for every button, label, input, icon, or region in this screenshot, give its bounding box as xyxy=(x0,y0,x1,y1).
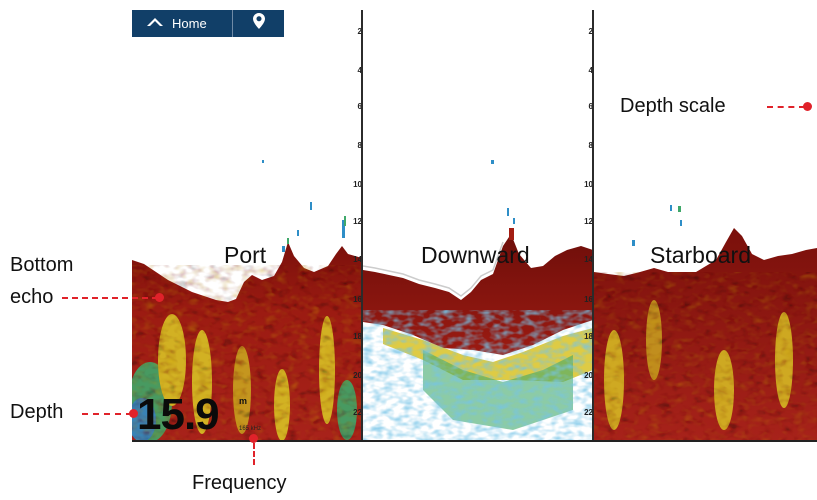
callout-depth-scale-dot xyxy=(803,102,812,111)
callout-frequency-leader xyxy=(253,443,255,465)
starboard-label: Starboard xyxy=(650,242,752,268)
port-depth-scale: 2 4 6 8 10 12 14 16 18 20 22 xyxy=(348,10,362,442)
port-label: Port xyxy=(224,242,267,268)
downward-echo-view xyxy=(363,10,593,442)
port-panel[interactable]: 2 4 6 8 10 12 14 16 18 20 22 Port xyxy=(132,10,362,442)
location-pin-icon xyxy=(252,13,265,34)
home-label: Home xyxy=(172,16,207,31)
sonar-screen: 2 4 6 8 10 12 14 16 18 20 22 Port 2 4 6 … xyxy=(132,10,817,442)
starboard-panel[interactable]: Starboard xyxy=(594,10,817,442)
top-toolbar: Home xyxy=(132,10,284,37)
callout-bottom-echo-line2: echo xyxy=(10,286,54,308)
depth-readout: 15.9 xyxy=(137,390,220,439)
callout-bottom-echo-dot xyxy=(155,293,164,302)
downward-panel[interactable]: 2 4 6 8 10 12 14 16 18 20 22 Downward xyxy=(363,10,593,442)
starboard-echo-view xyxy=(594,10,817,442)
frequency-readout: 165 kHz xyxy=(239,426,262,432)
callout-depth-scale: Depth scale xyxy=(620,95,726,117)
callout-bottom-echo-line1: Bottom xyxy=(10,254,74,276)
callout-depth-leader xyxy=(82,413,132,415)
home-button[interactable]: Home xyxy=(132,10,232,37)
port-echo-view xyxy=(132,10,362,442)
callout-depth: Depth xyxy=(10,401,64,423)
home-chevron-icon xyxy=(146,16,164,31)
screen-baseline xyxy=(132,440,817,442)
downward-depth-scale: 2 4 6 8 10 12 14 16 18 20 22 xyxy=(579,10,593,442)
location-button[interactable] xyxy=(233,10,284,37)
callout-depth-scale-leader xyxy=(767,106,805,108)
downward-label: Downward xyxy=(421,242,530,268)
callout-depth-dot xyxy=(129,409,138,418)
depth-unit: m xyxy=(239,396,248,406)
callout-frequency-dot xyxy=(249,434,258,443)
callout-frequency: Frequency xyxy=(192,472,287,494)
callout-bottom-echo-leader xyxy=(62,297,158,299)
